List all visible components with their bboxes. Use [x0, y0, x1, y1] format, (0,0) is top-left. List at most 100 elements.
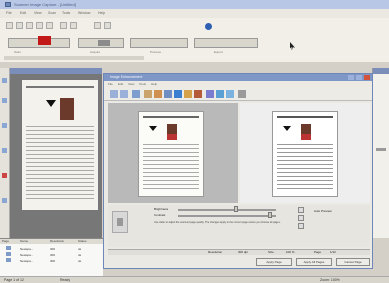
text-line [26, 146, 94, 147]
list-item[interactable]: Newspa... 300 ok [0, 258, 103, 263]
thumbnail-image [117, 218, 123, 226]
crop-icon[interactable] [70, 22, 77, 29]
dialog-toolbar [104, 87, 372, 101]
menu-edit[interactable]: Edit [20, 11, 26, 15]
cancel-button[interactable]: Cancel Page [336, 258, 370, 266]
despeckle-icon[interactable] [206, 90, 214, 98]
deskew-icon[interactable] [174, 90, 182, 98]
spin-up-button[interactable] [298, 207, 304, 213]
scanned-page [22, 80, 98, 210]
dialog-menu-file[interactable]: File [108, 82, 113, 86]
marker-icon [283, 126, 291, 131]
brightness-icon[interactable] [184, 90, 192, 98]
original-page [138, 111, 204, 197]
maximize-icon[interactable] [356, 75, 362, 80]
list-item[interactable]: Newspa... 300 ok [0, 246, 103, 251]
hand-icon[interactable] [104, 22, 111, 29]
record-icon[interactable] [38, 36, 51, 45]
dialog-menu-view[interactable]: View [128, 82, 134, 86]
brightness-label: Brightness [154, 207, 169, 211]
menu-tools[interactable]: Tools [62, 11, 70, 15]
brightness-slider-thumb[interactable] [234, 206, 238, 212]
text-line [26, 138, 94, 139]
column-status[interactable]: Status [78, 239, 87, 243]
column-name[interactable]: Name [20, 239, 28, 243]
menu-scan[interactable]: Scan [48, 11, 56, 15]
print-icon[interactable] [36, 22, 43, 29]
spin-reset-button[interactable] [298, 223, 304, 229]
new-icon[interactable] [6, 22, 13, 29]
sharpen-icon[interactable] [216, 90, 224, 98]
settings-icon[interactable] [238, 90, 246, 98]
row-status: ok [78, 259, 82, 263]
status-page-count: Page 1 of 12 [4, 278, 24, 282]
text-line [277, 160, 333, 161]
erase-icon[interactable] [2, 198, 7, 203]
original-preview [108, 103, 238, 203]
window-title: Scanner Image Capture - [Untitled] [14, 2, 76, 7]
dialog-menu-edit[interactable]: Edit [118, 82, 123, 86]
zoom-in-icon[interactable] [110, 90, 118, 98]
text-line [277, 176, 333, 177]
close-icon[interactable] [364, 75, 370, 80]
apply-page-button[interactable]: Apply Page [256, 258, 292, 266]
status-page-label: Page [314, 250, 322, 254]
text-line [277, 164, 333, 165]
fit-icon[interactable] [132, 90, 140, 98]
menu-file[interactable]: File [6, 11, 12, 15]
list-item[interactable]: Newspa... 300 ok [0, 252, 103, 257]
table-icon[interactable] [2, 148, 7, 153]
brightness-slider[interactable] [178, 209, 276, 211]
scroll-handle[interactable] [376, 148, 386, 151]
rotate-icon[interactable] [60, 22, 67, 29]
portrait-photo [60, 98, 74, 120]
row-name: Newspa... [20, 253, 34, 257]
scanner-icon [98, 40, 110, 46]
color-icon[interactable] [226, 90, 234, 98]
text-line [277, 168, 333, 169]
rotate-right-icon[interactable] [154, 90, 162, 98]
minimize-icon[interactable] [348, 75, 354, 80]
text-line [26, 186, 94, 187]
enhanced-page [272, 111, 338, 197]
select-icon[interactable] [94, 22, 101, 29]
rotate-left-icon[interactable] [144, 90, 152, 98]
pointer-icon[interactable] [2, 78, 7, 83]
status-bar: Page 1 of 12 Ready Zoom: 100% [0, 276, 389, 283]
text-icon[interactable] [2, 98, 7, 103]
help-icon[interactable] [205, 23, 212, 30]
menu-window[interactable]: Window [78, 11, 90, 15]
contrast-slider[interactable] [178, 215, 276, 217]
flip-icon[interactable] [164, 90, 172, 98]
text-line [277, 152, 333, 153]
marker-icon [149, 126, 157, 131]
process-button[interactable] [130, 38, 188, 48]
zoom-icon[interactable] [46, 22, 53, 29]
apply-all-button[interactable]: Apply All Pages [296, 258, 332, 266]
region-icon[interactable] [2, 173, 7, 178]
text-line [143, 176, 199, 177]
open-icon[interactable] [16, 22, 23, 29]
column-page[interactable]: Page [2, 239, 9, 243]
save-icon[interactable] [26, 22, 33, 29]
menu-help[interactable]: Help [98, 11, 105, 15]
zoom-out-icon[interactable] [120, 90, 128, 98]
enhanced-preview [240, 103, 370, 203]
dialog-menu-help[interactable]: Help [151, 82, 157, 86]
text-line [277, 148, 333, 149]
contrast-slider-thumb[interactable] [268, 212, 272, 218]
status-resolution-label: Resolution [208, 250, 223, 254]
properties-header [373, 68, 389, 74]
text-line [277, 156, 333, 157]
row-resolution: 300 [50, 259, 56, 263]
dialog-menu-tools[interactable]: Tools [139, 82, 146, 86]
column-resolution[interactable]: Resolution [50, 239, 64, 243]
menu-view[interactable]: View [34, 11, 42, 15]
contrast-icon[interactable] [194, 90, 202, 98]
acquire-label: Acquire [90, 50, 101, 54]
image-icon[interactable] [2, 123, 7, 128]
export-button[interactable] [194, 38, 258, 48]
spin-down-button[interactable] [298, 215, 304, 221]
contrast-label: Contrast [154, 213, 166, 217]
text-line [26, 154, 94, 155]
